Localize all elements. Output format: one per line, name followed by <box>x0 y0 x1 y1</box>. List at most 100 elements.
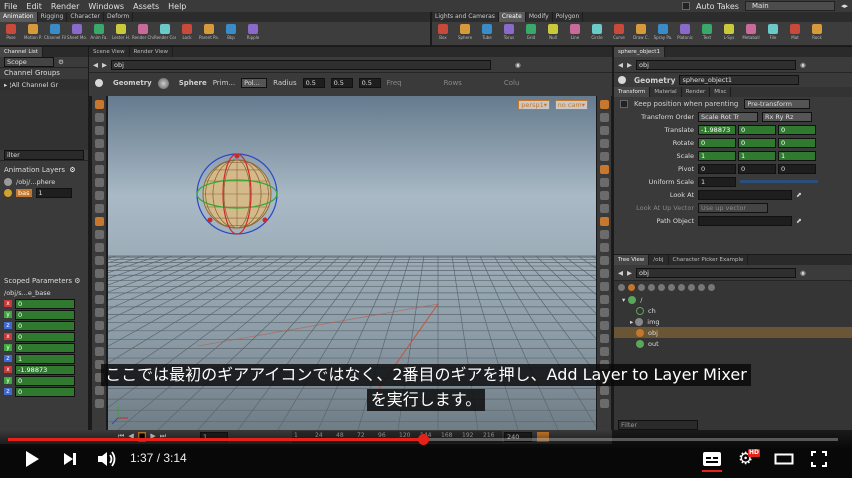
shelf-tool-17[interactable]: Rock <box>806 24 828 40</box>
scoped-value-field[interactable]: 0 <box>15 309 75 320</box>
filter-input[interactable]: ilter <box>4 150 84 160</box>
handle-dot-left[interactable] <box>207 217 213 223</box>
viewport-tool-button[interactable] <box>94 100 104 109</box>
node-name-field[interactable]: sphere_object1 <box>679 75 800 85</box>
no-cam-menu[interactable]: no cam▾ <box>554 100 588 110</box>
animation-layers-gear-icon[interactable]: ⚙ <box>69 166 75 174</box>
network-tool-button[interactable] <box>678 284 685 291</box>
param-value-field[interactable]: 0 <box>778 163 816 174</box>
uniform-scale-field[interactable]: 1 <box>698 176 736 187</box>
layer-row-1[interactable]: bas 1 <box>0 187 88 198</box>
param-value-field[interactable]: -1.98873 <box>698 124 736 135</box>
shelf-tool-5[interactable]: Null <box>542 24 564 40</box>
shelf-tab-animation[interactable]: Animation <box>0 12 38 22</box>
play-button[interactable] <box>22 449 42 469</box>
shelf-tool-9[interactable]: Draw C. <box>630 24 652 40</box>
scoped-value-field[interactable]: 0 <box>15 342 75 353</box>
viewport-tool-button[interactable] <box>94 217 104 226</box>
shelf-tool-12[interactable]: Text <box>696 24 718 40</box>
network-tool-button[interactable] <box>688 284 695 291</box>
network-tool-button[interactable] <box>658 284 665 291</box>
radius-x-field[interactable]: 0.5 <box>302 78 325 88</box>
viewport-tool-button[interactable] <box>599 308 609 317</box>
scope-select[interactable]: Scope <box>4 57 54 67</box>
network-tool-button[interactable] <box>638 284 645 291</box>
layer-visible-icon[interactable] <box>4 177 12 186</box>
viewport-tool-button[interactable] <box>94 282 104 291</box>
desktop-select[interactable]: Main <box>744 1 835 11</box>
viewport-tool-button[interactable] <box>94 191 104 200</box>
shelf-tool-5[interactable]: Lester H. <box>110 24 132 40</box>
viewport-tool-button[interactable] <box>599 178 609 187</box>
shelf-tab-rigging[interactable]: Rigging <box>38 12 68 22</box>
network-back-icon[interactable]: ◀ <box>618 269 623 277</box>
tab-render[interactable]: Render <box>682 87 711 97</box>
shelf-tool-11[interactable]: Ripple <box>242 24 264 40</box>
network-forward-icon[interactable]: ▶ <box>627 269 632 277</box>
shelf-tool-10[interactable]: Spray Pa. <box>652 24 674 40</box>
network-path-field[interactable]: obj <box>636 267 796 278</box>
param-value-field[interactable]: 0 <box>778 137 816 148</box>
shelf-tool-0[interactable]: Pose <box>0 24 22 40</box>
shelf-tool-3[interactable]: Torus <box>498 24 520 40</box>
poly-select[interactable]: Pol... <box>241 78 268 88</box>
shelf-tool-8[interactable]: Curve <box>608 24 630 40</box>
param-forward-icon[interactable]: ▶ <box>627 61 632 69</box>
shelf-tool-2[interactable]: Tube <box>476 24 498 40</box>
shelf-tool-7[interactable]: Render Con. <box>154 24 176 40</box>
tab-channel-list[interactable]: Channel List <box>0 47 43 57</box>
transform-order-menu[interactable]: Scale Rot Tr <box>698 111 758 122</box>
viewport-tool-button[interactable] <box>599 282 609 291</box>
shelf-tool-3[interactable]: Sheet Mo. <box>66 24 88 40</box>
sphere-object[interactable] <box>196 153 278 235</box>
tree-expand-icon[interactable]: ▸ <box>630 318 633 326</box>
param-value-field[interactable]: 0 <box>738 163 776 174</box>
shelf-tool-14[interactable]: Metaball <box>740 24 762 40</box>
menu-assets[interactable]: Assets <box>133 2 159 11</box>
scoped-row[interactable]: z1 <box>0 353 88 364</box>
scoped-row[interactable]: y0 <box>0 342 88 353</box>
shelf-tab-deform[interactable]: Deform <box>104 12 134 22</box>
progress-played[interactable] <box>8 438 423 441</box>
scope-gear-icon[interactable]: ⚙ <box>58 58 64 66</box>
param-value-field[interactable]: 0 <box>698 163 736 174</box>
scoped-value-field[interactable]: 0 <box>15 331 75 342</box>
menu-file[interactable]: File <box>4 2 17 11</box>
radius-z-field[interactable]: 0.5 <box>358 78 381 88</box>
network-tool-button[interactable] <box>648 284 655 291</box>
look-at-picker-icon[interactable]: ⬈ <box>796 191 802 199</box>
menu-help[interactable]: Help <box>168 2 186 11</box>
menu-windows[interactable]: Windows <box>88 2 124 11</box>
network-tool-button[interactable] <box>698 284 705 291</box>
network-pin-icon[interactable]: ◉ <box>800 269 806 277</box>
layer-lock-icon[interactable] <box>4 188 12 197</box>
param-value-field[interactable]: 1 <box>738 150 776 161</box>
param-value-field[interactable]: 1 <box>698 150 736 161</box>
scoped-row[interactable]: y0 <box>0 309 88 320</box>
fullscreen-button[interactable] <box>810 450 828 468</box>
viewport-tool-button[interactable] <box>599 165 609 174</box>
viewport-tool-button[interactable] <box>94 178 104 187</box>
scoped-value-field[interactable]: 0 <box>15 298 75 309</box>
viewport-tool-button[interactable] <box>94 230 104 239</box>
viewport-tool-button[interactable] <box>599 217 609 226</box>
shelf-tool-7[interactable]: Circle <box>586 24 608 40</box>
forward-icon[interactable]: ▶ <box>102 61 107 69</box>
volume-button[interactable] <box>96 449 118 469</box>
tree-root[interactable]: ▾ / <box>614 294 852 305</box>
tree-item-out[interactable]: out <box>614 338 852 349</box>
persp-camera-menu[interactable]: persp1▾ <box>518 100 550 110</box>
tab-tree-view[interactable]: Tree View <box>614 255 650 265</box>
viewport-tool-button[interactable] <box>94 152 104 161</box>
viewport-pin-icon[interactable]: ◉ <box>515 61 521 69</box>
shelf-tool-0[interactable]: Box <box>432 24 454 40</box>
shelf-tool-11[interactable]: Platonic <box>674 24 696 40</box>
shelf-tool-6[interactable]: Render Cha. <box>132 24 154 40</box>
shelf-tab-lights[interactable]: Lights and Cameras <box>432 12 499 22</box>
viewport-path-field[interactable]: obj <box>111 59 491 70</box>
handle-dot-top[interactable] <box>234 153 240 159</box>
pre-transform-menu[interactable]: Pre-transform <box>744 98 811 109</box>
viewport-tool-button[interactable] <box>94 243 104 252</box>
viewport-tool-button[interactable] <box>94 113 104 122</box>
param-back-icon[interactable]: ◀ <box>618 61 623 69</box>
